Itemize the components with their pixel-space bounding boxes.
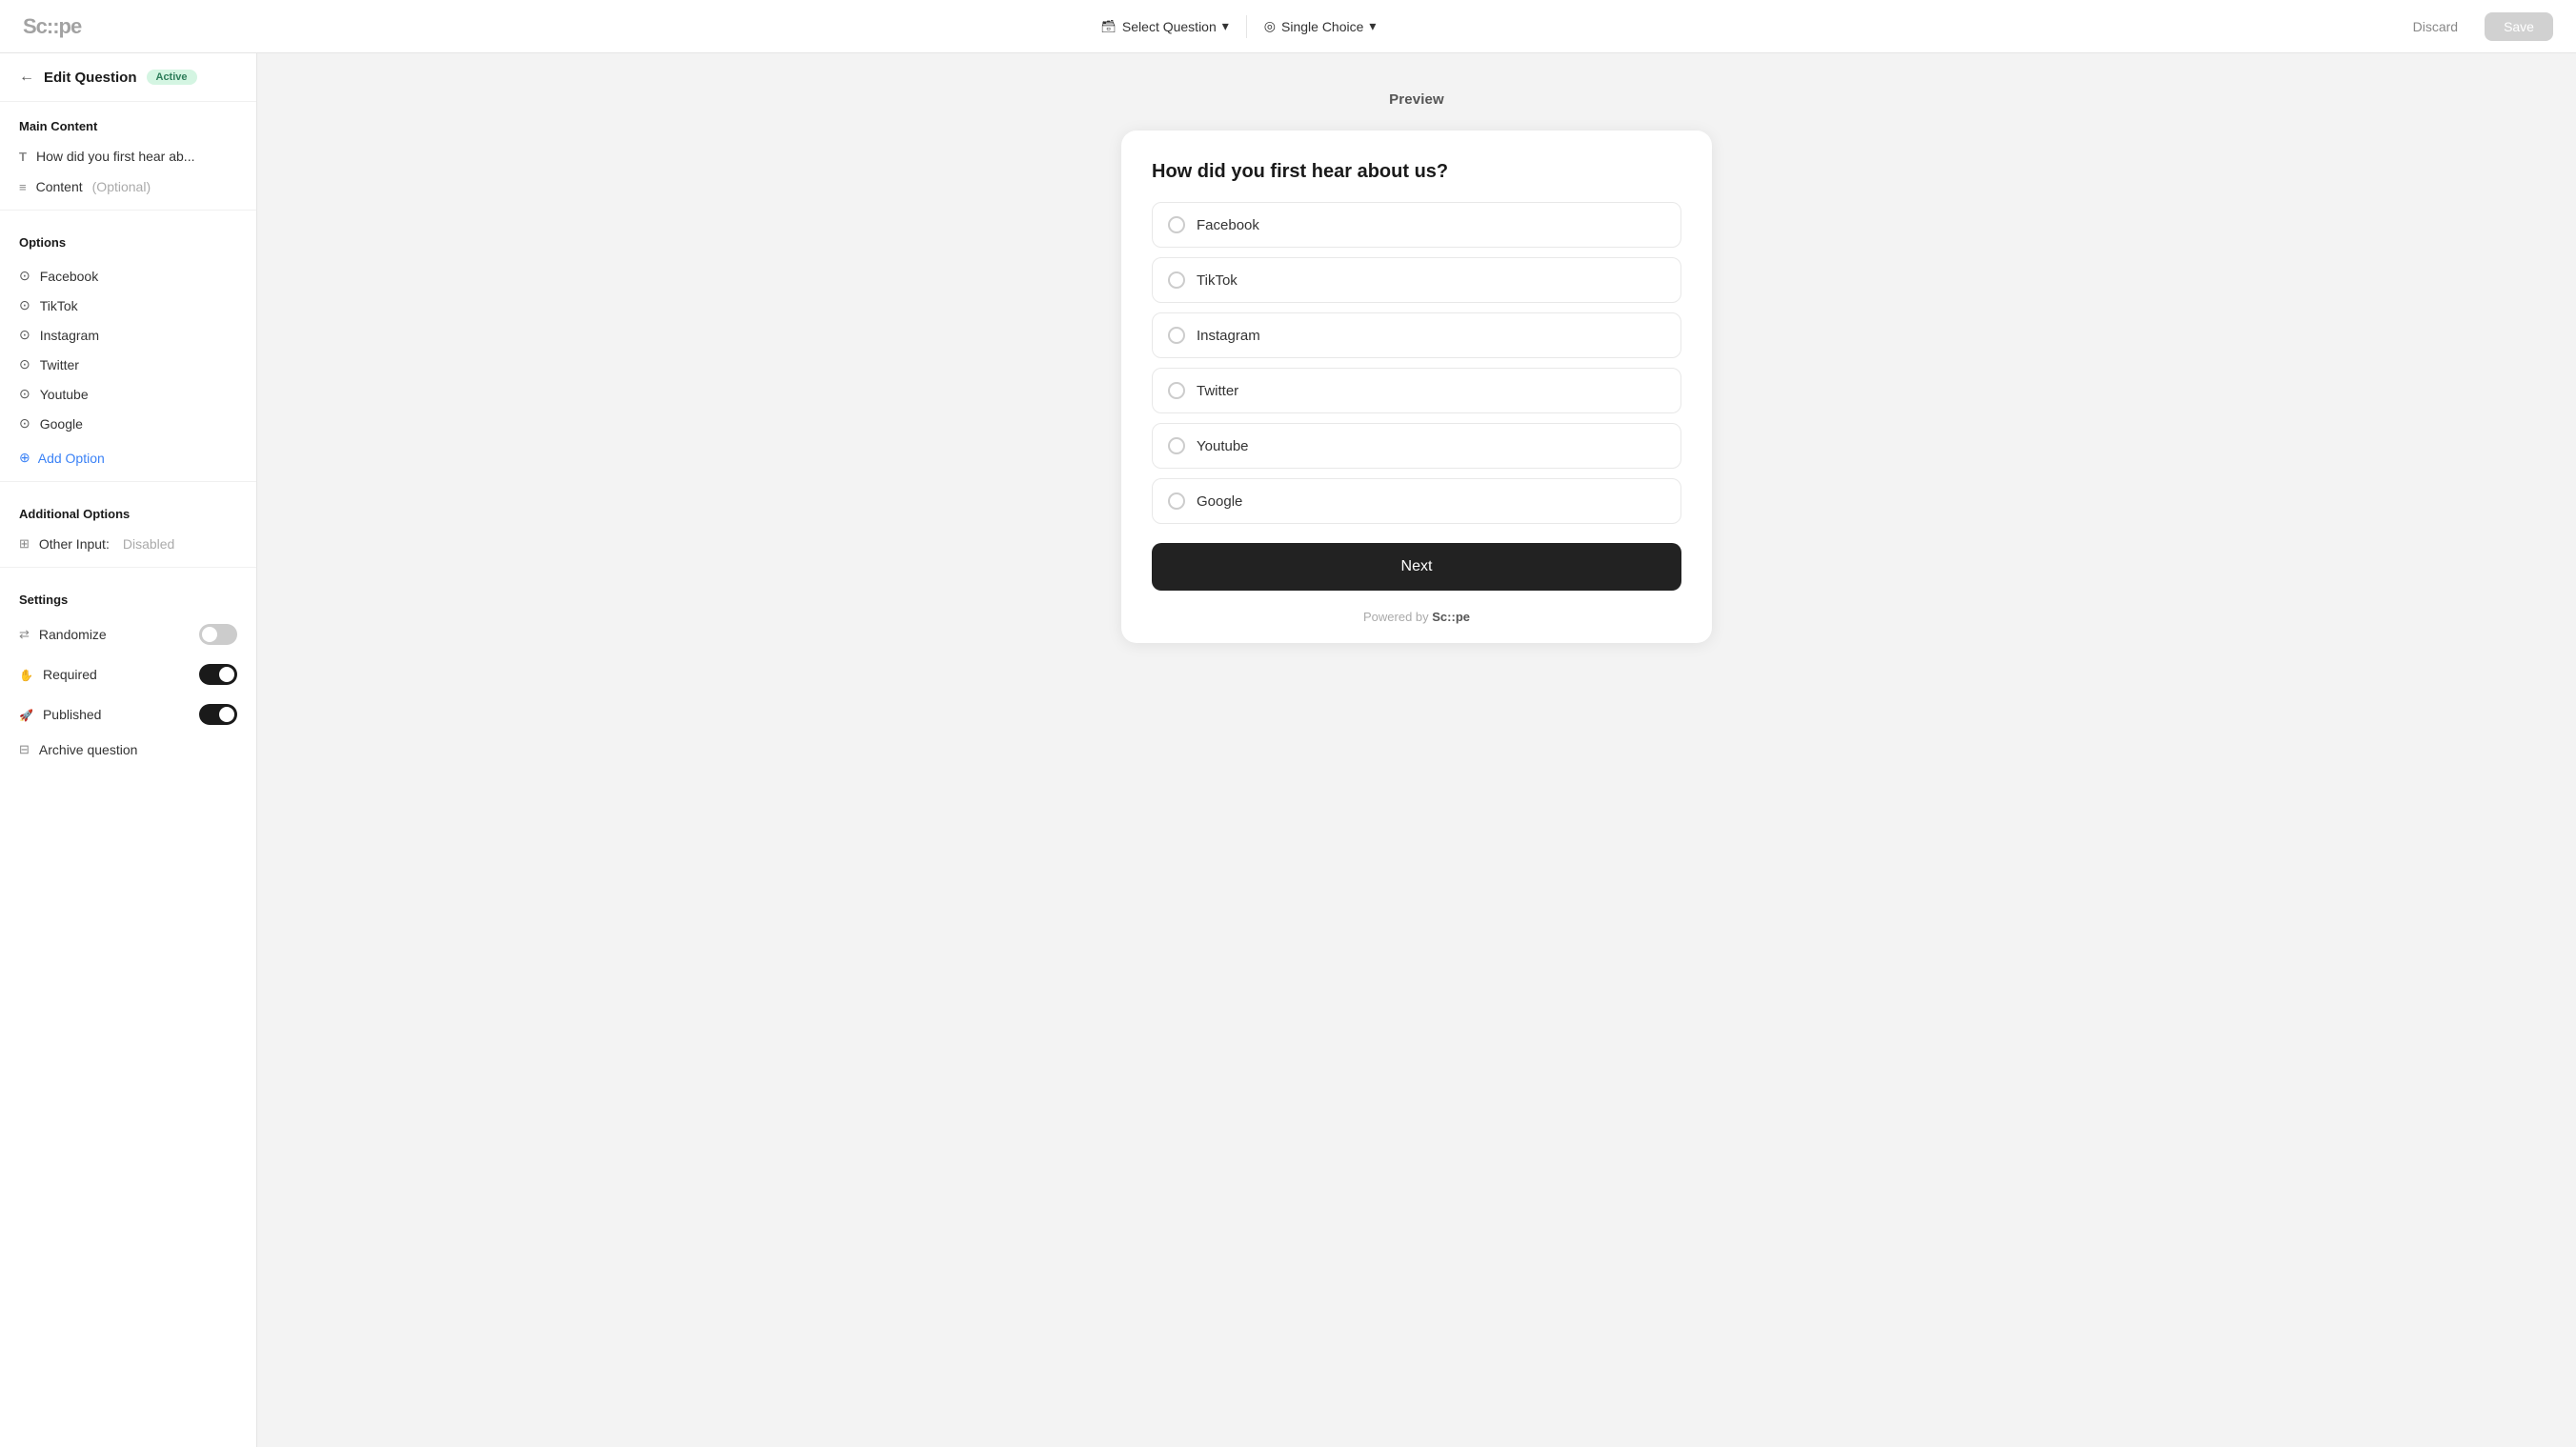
hand-icon	[19, 668, 33, 682]
bag-icon	[1100, 18, 1117, 34]
published-row: Published	[0, 694, 256, 734]
topnav-actions: Discard Save	[2396, 12, 2553, 41]
sidebar: Edit Question Active Main Content How di…	[0, 53, 257, 1447]
radio-google[interactable]	[1168, 492, 1185, 510]
preview-area: Preview How did you first hear about us?…	[257, 53, 2576, 1447]
radio-instagram[interactable]	[1168, 327, 1185, 344]
preview-option-youtube[interactable]: Youtube	[1152, 423, 1681, 469]
other-input-item[interactable]: Other Input: Disabled	[0, 529, 256, 559]
preview-card-inner: How did you first hear about us? Faceboo…	[1121, 131, 1712, 524]
lines-icon	[19, 180, 27, 194]
check-icon-google	[19, 415, 30, 432]
preview-question-title: How did you first hear about us?	[1152, 161, 1681, 183]
option-item-youtube[interactable]: Youtube	[0, 379, 256, 409]
preview-option-instagram[interactable]: Instagram	[1152, 312, 1681, 358]
powered-brand: Sc::pe	[1432, 610, 1470, 624]
select-question-button[interactable]: Select Question ▾	[1087, 12, 1241, 40]
option-item-facebook[interactable]: Facebook	[0, 261, 256, 291]
randomize-row: Randomize	[0, 614, 256, 654]
main-content-label: Main Content	[0, 102, 256, 141]
divider-2	[0, 481, 256, 482]
single-choice-button[interactable]: Single Choice ▾	[1251, 12, 1390, 40]
discard-button[interactable]: Discard	[2396, 12, 2475, 41]
chevron-down-icon: ▾	[1369, 18, 1376, 34]
plus-circle-icon	[19, 450, 30, 466]
topnav-center: Select Question ▾ Single Choice ▾	[1087, 12, 1389, 40]
option-item-twitter[interactable]: Twitter	[0, 350, 256, 379]
archive-item[interactable]: Archive question	[0, 734, 256, 765]
content-item[interactable]: Content (Optional)	[0, 171, 256, 202]
rocket-icon	[19, 708, 33, 722]
topnav: Sc::pe Select Question ▾ Single Choice ▾…	[0, 0, 2576, 53]
sidebar-header: Edit Question Active	[0, 53, 256, 102]
app-logo: Sc::pe	[23, 14, 81, 39]
preview-option-google[interactable]: Google	[1152, 478, 1681, 524]
radio-facebook[interactable]	[1168, 216, 1185, 233]
preview-label: Preview	[1389, 91, 1444, 108]
main-layout: Edit Question Active Main Content How di…	[0, 53, 2576, 1447]
nav-divider	[1246, 15, 1247, 38]
option-item-google[interactable]: Google	[0, 409, 256, 438]
preview-option-twitter[interactable]: Twitter	[1152, 368, 1681, 413]
radio-youtube[interactable]	[1168, 437, 1185, 454]
options-label: Options	[0, 218, 256, 257]
divider-1	[0, 210, 256, 211]
shuffle-icon	[19, 627, 30, 642]
powered-by: Powered by Sc::pe	[1121, 610, 1712, 643]
radio-twitter[interactable]	[1168, 382, 1185, 399]
required-row: Required	[0, 654, 256, 694]
divider-3	[0, 567, 256, 568]
check-icon-youtube	[19, 386, 30, 402]
shield-icon	[1264, 18, 1276, 34]
option-item-tiktok[interactable]: TikTok	[0, 291, 256, 320]
options-list: Facebook TikTok Instagram Twitter Youtub…	[0, 257, 256, 442]
required-toggle[interactable]	[199, 664, 237, 685]
save-button[interactable]: Save	[2485, 12, 2553, 41]
preview-option-tiktok[interactable]: TikTok	[1152, 257, 1681, 303]
text-icon	[19, 150, 27, 164]
preview-options: Facebook TikTok Instagram Twitter	[1152, 202, 1681, 524]
back-icon[interactable]	[19, 69, 34, 86]
question-title-item[interactable]: How did you first hear ab...	[0, 141, 256, 171]
randomize-toggle[interactable]	[199, 624, 237, 645]
check-icon-tiktok	[19, 297, 30, 313]
preview-option-facebook[interactable]: Facebook	[1152, 202, 1681, 248]
published-toggle[interactable]	[199, 704, 237, 725]
radio-tiktok[interactable]	[1168, 271, 1185, 289]
add-option-button[interactable]: Add Option	[0, 442, 256, 473]
option-item-instagram[interactable]: Instagram	[0, 320, 256, 350]
preview-card: How did you first hear about us? Faceboo…	[1121, 131, 1712, 643]
check-icon-facebook	[19, 268, 30, 284]
grid-icon	[19, 536, 30, 552]
settings-label: Settings	[0, 575, 256, 614]
chevron-down-icon: ▾	[1222, 18, 1229, 34]
additional-options-label: Additional Options	[0, 490, 256, 529]
active-badge: Active	[147, 70, 197, 85]
next-button[interactable]: Next	[1152, 543, 1681, 591]
edit-question-title: Edit Question	[44, 70, 137, 86]
check-icon-instagram	[19, 327, 30, 343]
archive-icon	[19, 742, 30, 757]
check-icon-twitter	[19, 356, 30, 372]
